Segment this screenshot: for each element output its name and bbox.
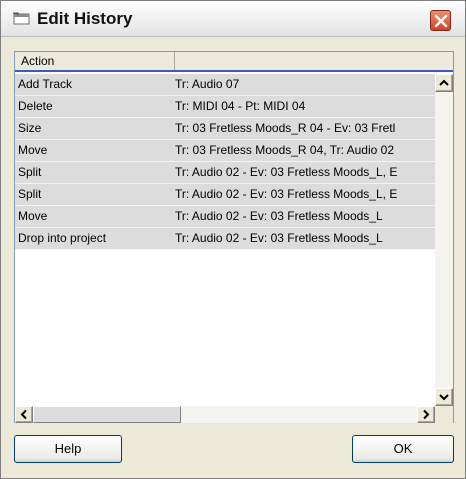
row-detail: Tr: Audio 02 - Ev: 03 Fretless Moods_L, … [175, 165, 398, 179]
row-action: Size [18, 121, 42, 135]
table-row[interactable]: Move Tr: 03 Fretless Moods_R 04, Tr: Aud… [15, 140, 435, 162]
row-action: Split [18, 165, 42, 179]
arrow-left-icon [20, 409, 27, 420]
table-row[interactable]: Move Tr: Audio 02 - Ev: 03 Fretless Mood… [15, 206, 435, 228]
table-row[interactable]: Add Track Tr: Audio 07 [15, 74, 435, 96]
edit-history-dialog: Edit History Action Add Track Tr: Audio … [0, 0, 466, 479]
table-row[interactable]: Split Tr: Audio 02 - Ev: 03 Fretless Moo… [15, 162, 435, 184]
scroll-right-button[interactable] [417, 406, 435, 423]
row-detail: Tr: Audio 02 - Ev: 03 Fretless Moods_L [175, 231, 383, 245]
row-detail: Tr: Audio 02 - Ev: 03 Fretless Moods_L [175, 209, 383, 223]
horizontal-scroll-thumb[interactable] [33, 406, 181, 423]
column-header-action[interactable]: Action [15, 52, 175, 70]
table-row[interactable]: Split Tr: Audio 02 - Ev: 03 Fretless Moo… [15, 184, 435, 206]
row-action: Move [18, 209, 48, 223]
row-detail: Tr: 03 Fretless Moods_R 04 - Ev: 03 Fret… [175, 121, 396, 135]
row-detail: Tr: Audio 02 - Ev: 03 Fretless Moods_L, … [175, 187, 398, 201]
window-title: Edit History [37, 9, 133, 28]
row-detail: Tr: 03 Fretless Moods_R 04, Tr: Audio 02 [175, 143, 394, 157]
close-button[interactable] [430, 10, 451, 31]
scrollbar-corner [435, 406, 453, 423]
scroll-left-button[interactable] [15, 406, 33, 423]
list-header: Action [15, 52, 453, 72]
help-button[interactable]: Help [14, 435, 122, 463]
rows-container: Add Track Tr: Audio 07 Delete Tr: MIDI 0… [15, 74, 435, 406]
vertical-scrollbar[interactable] [435, 74, 453, 406]
row-detail: Tr: MIDI 04 - Pt: MIDI 04 [175, 99, 306, 113]
close-icon [434, 14, 448, 28]
title-bar[interactable]: Edit History [1, 1, 465, 37]
scroll-up-button[interactable] [435, 74, 453, 92]
arrow-up-icon [439, 79, 449, 86]
table-row[interactable]: Delete Tr: MIDI 04 - Pt: MIDI 04 [15, 96, 435, 118]
app-window-icon [13, 12, 31, 26]
row-action: Drop into project [18, 231, 107, 245]
horizontal-scrollbar[interactable] [15, 406, 435, 423]
table-row[interactable]: Drop into project Tr: Audio 02 - Ev: 03 … [15, 228, 435, 250]
row-action: Add Track [18, 77, 73, 91]
column-header-details[interactable] [175, 52, 453, 70]
history-list[interactable]: Action Add Track Tr: Audio 07 Delete Tr:… [14, 51, 454, 423]
arrow-right-icon [423, 409, 430, 420]
row-action: Move [18, 143, 48, 157]
row-detail: Tr: Audio 07 [175, 77, 240, 91]
scroll-down-button[interactable] [435, 388, 453, 406]
ok-button[interactable]: OK [352, 435, 454, 463]
arrow-down-icon [439, 394, 449, 401]
row-action: Split [18, 187, 42, 201]
table-row[interactable]: Size Tr: 03 Fretless Moods_R 04 - Ev: 03… [15, 118, 435, 140]
row-action: Delete [18, 99, 53, 113]
